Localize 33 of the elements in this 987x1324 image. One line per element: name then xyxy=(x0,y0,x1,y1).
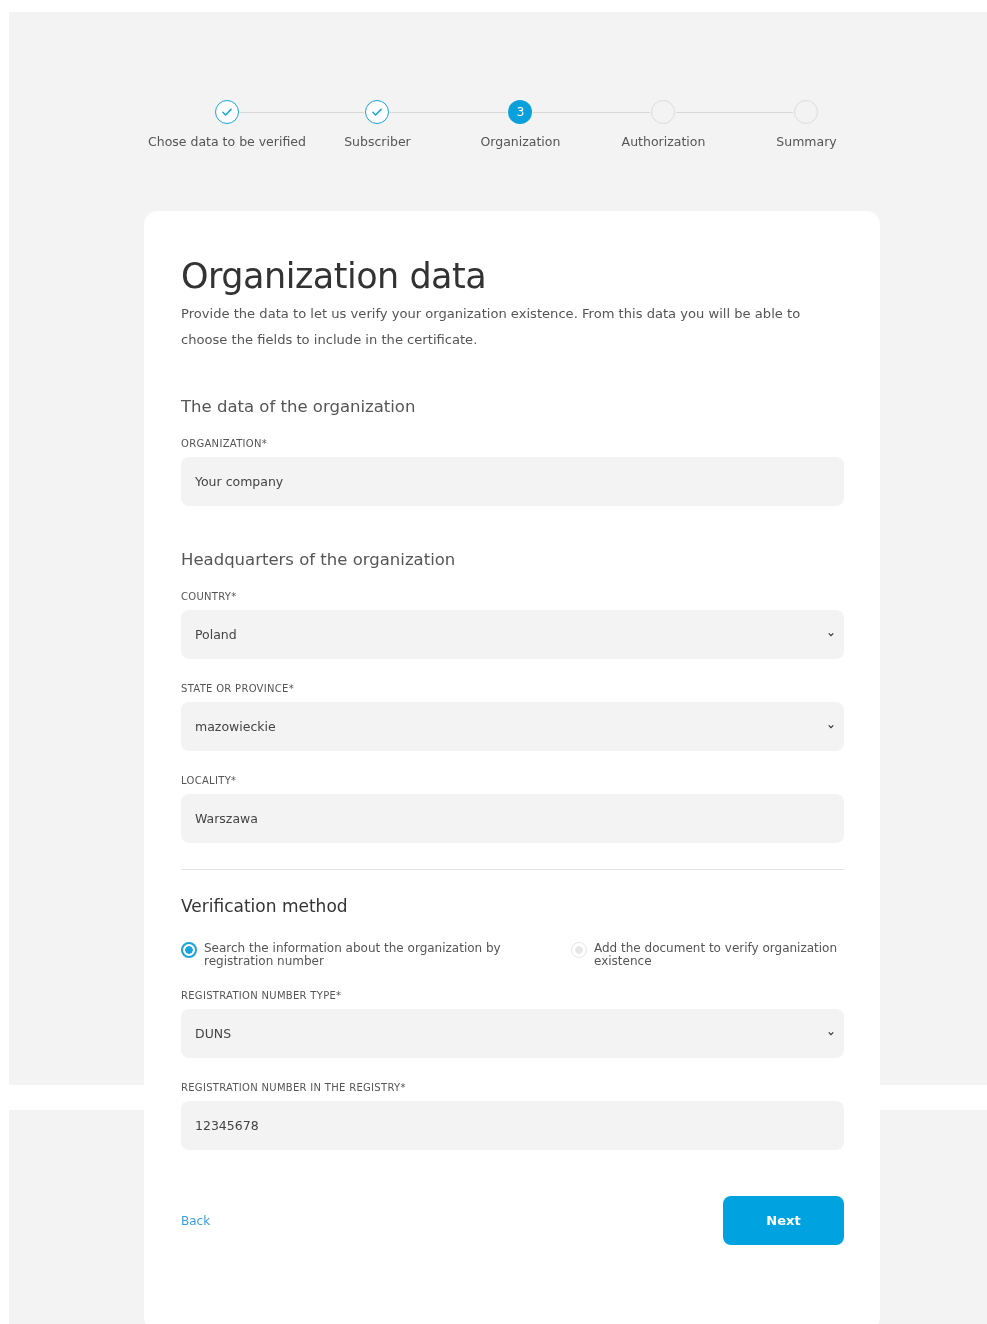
field-label: LOCALITY* xyxy=(181,775,238,786)
step-number: 3 xyxy=(508,100,533,124)
input-field[interactable]: Your company xyxy=(181,457,844,506)
field-label: REGISTRATION NUMBER IN THE REGISTRY* xyxy=(181,1082,407,1093)
caret-icon xyxy=(828,1031,834,1036)
section-heading: Verification method xyxy=(181,896,349,916)
dropdown[interactable]: Poland xyxy=(181,610,844,659)
caret-icon xyxy=(828,632,834,637)
input-field[interactable]: Warszawa xyxy=(181,794,844,843)
field-label: STATE OR PROVINCE* xyxy=(181,683,295,694)
input-field[interactable]: 12345678 xyxy=(181,1101,844,1150)
step-label: Chose data to be verified xyxy=(148,134,306,149)
description: Provide the data to let us verify your organization existence. From this data you will be able to choose the fields to include in the certificate. xyxy=(181,305,802,349)
field-label: ORGANIZATION* xyxy=(181,438,269,449)
step-label: Organization xyxy=(480,134,561,149)
page-title: Organization data xyxy=(181,255,488,298)
step-circle xyxy=(794,100,819,124)
check-circle-icon xyxy=(365,100,390,124)
radio-label: Add the document to verify organization existence xyxy=(594,942,839,968)
dropdown[interactable]: DUNS xyxy=(181,1009,844,1058)
radio-label: Search the information about the organization by registration number xyxy=(204,942,502,968)
dropdown[interactable]: mazowieckie xyxy=(181,702,844,751)
field-label: REGISTRATION NUMBER TYPE* xyxy=(181,990,343,1001)
section-heading: The data of the organization xyxy=(181,397,417,416)
step-label: Summary xyxy=(776,134,837,149)
section-heading: Headquarters of the organization xyxy=(181,550,457,569)
caret-icon xyxy=(828,724,834,729)
field-label: COUNTRY* xyxy=(181,591,238,602)
step-circle xyxy=(651,100,676,124)
check-circle-icon xyxy=(214,100,239,124)
step-label: Subscriber xyxy=(344,134,411,149)
step-label: Authorization xyxy=(621,134,706,149)
radio-button[interactable] xyxy=(181,942,197,958)
